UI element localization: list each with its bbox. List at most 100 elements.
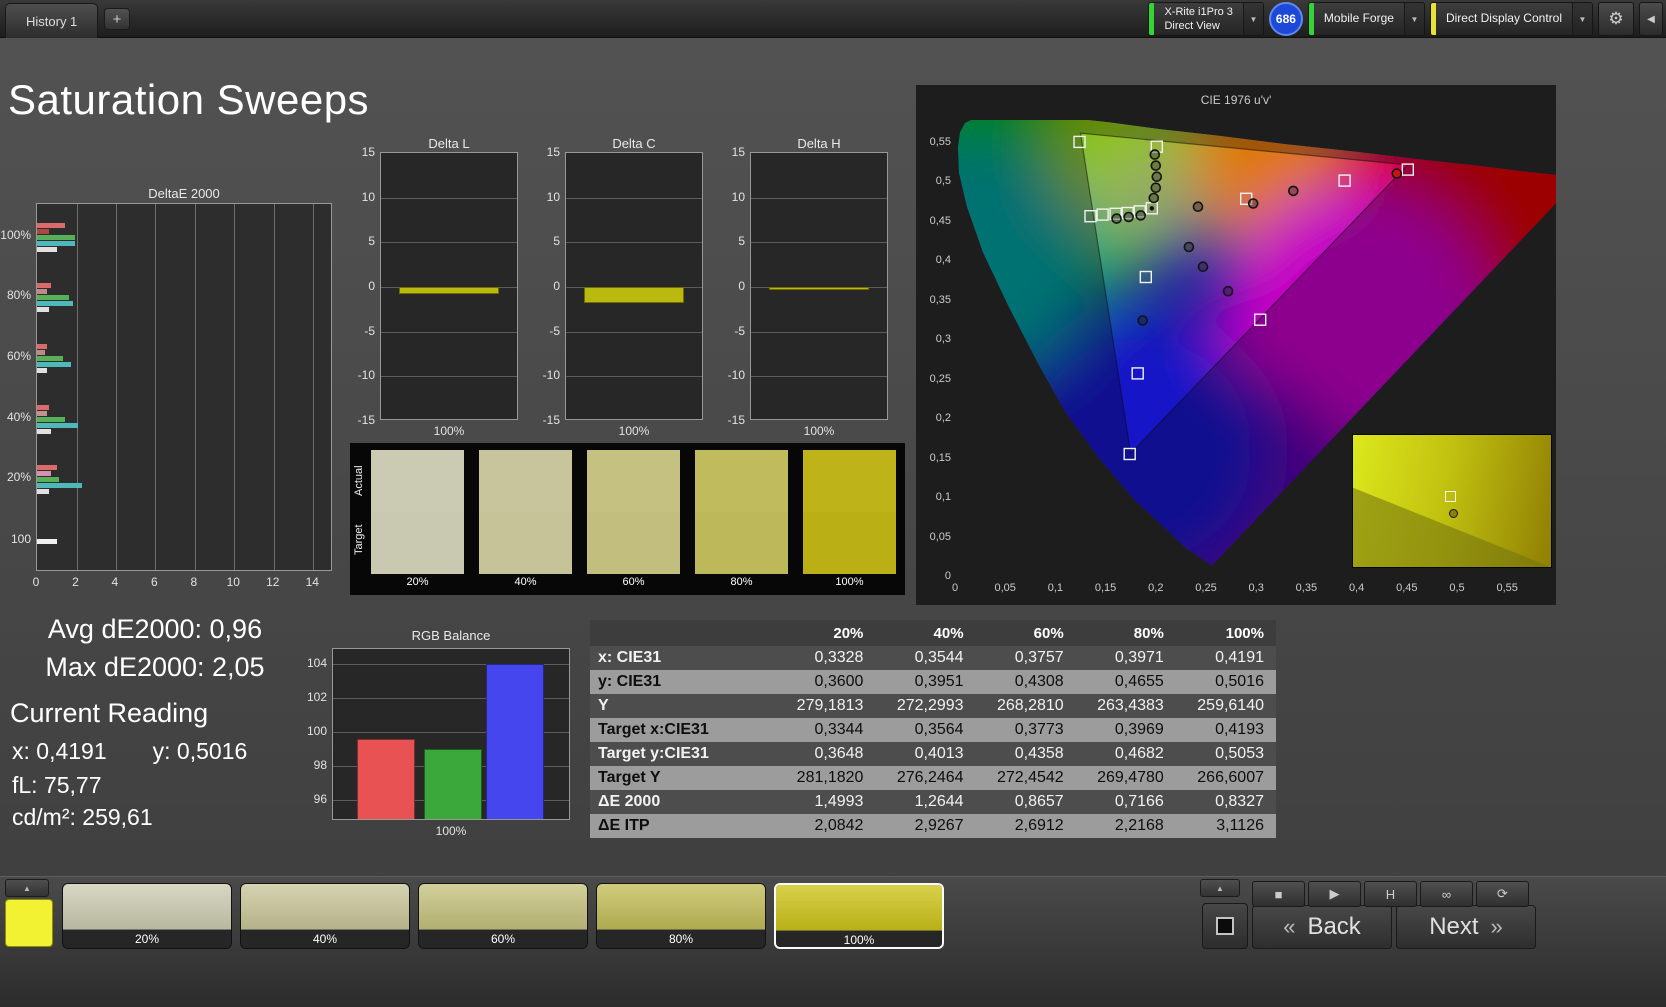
patch-panel-expand-button[interactable]: ▲ xyxy=(5,879,49,897)
inset-measurement-marker xyxy=(1449,509,1458,518)
gridline xyxy=(751,376,887,378)
cell-value: 0,5053 xyxy=(1215,745,1264,762)
delta-c-x-label: 100% xyxy=(618,424,650,438)
axis-tick-label: -5 xyxy=(364,323,375,338)
next-button[interactable]: Next » xyxy=(1396,905,1536,949)
axis-tick-label: 96 xyxy=(313,792,327,806)
swatch-level-label: 80% xyxy=(730,576,753,588)
patch-button-40%[interactable]: 40% xyxy=(240,883,410,949)
gridline xyxy=(76,204,78,570)
cell-value: 2,2168 xyxy=(1114,817,1164,834)
patch-button-20%[interactable]: 20% xyxy=(62,883,232,949)
cell-value: 279,1813 xyxy=(796,697,864,714)
play-button[interactable]: ▶ xyxy=(1308,881,1361,907)
axis-tick-label: 0 xyxy=(553,279,560,293)
deltae-bar xyxy=(37,482,83,488)
cell-value: 281,1820 xyxy=(796,769,864,786)
history-tab[interactable]: History 1 xyxy=(5,3,99,38)
deltae-bar xyxy=(37,306,49,312)
patch-button-80%[interactable]: 80% xyxy=(596,883,766,949)
meter-dropdown[interactable]: X-Rite i1Pro 3 Direct View ▼ xyxy=(1148,2,1264,36)
back-button[interactable]: « Back xyxy=(1252,905,1392,949)
axis-tick-label: 40% xyxy=(6,410,31,424)
patch-button-60%[interactable]: 60% xyxy=(418,883,588,949)
deltae-bar xyxy=(37,282,51,288)
cell-value: 0,8327 xyxy=(1215,793,1264,810)
swatch-level-label: 100% xyxy=(835,576,864,588)
meter-line1: X-Rite i1Pro 3 xyxy=(1164,5,1233,18)
axis-tick-label: 20% xyxy=(6,470,31,484)
axis-tick-label: 10 xyxy=(361,189,375,204)
stop-button[interactable]: ■ xyxy=(1252,881,1305,907)
cell-value: 0,4193 xyxy=(1215,721,1264,738)
stop-measurement-button[interactable] xyxy=(1202,903,1248,949)
patch-label: 80% xyxy=(597,930,765,948)
column-header: 80% xyxy=(1075,620,1176,646)
source-dropdown[interactable]: Mobile Forge ▼ xyxy=(1307,2,1425,36)
cell-value: 0,3757 xyxy=(1014,649,1064,666)
next-button-label: Next xyxy=(1429,913,1479,940)
cie-chart-title: CIE 1976 u'v' xyxy=(1200,93,1272,107)
hold-button[interactable]: H xyxy=(1364,881,1417,907)
current-reading-xy: x: 0,4191 y: 0,5016 xyxy=(12,738,247,765)
display-control-label: Direct Display Control xyxy=(1445,11,1562,26)
session-count-badge[interactable]: 686 xyxy=(1268,2,1303,36)
row-label: y: CIE31 xyxy=(598,673,662,690)
chevron-down-icon[interactable]: ▼ xyxy=(1572,3,1592,35)
cell-value: 0,3648 xyxy=(814,745,864,762)
chevron-down-icon[interactable]: ▼ xyxy=(1242,3,1263,35)
axis-tick-label: 98 xyxy=(313,758,327,772)
cell-value: 0,5016 xyxy=(1215,673,1264,690)
deltae-bar xyxy=(37,367,47,373)
top-bar: History 1 + X-Rite i1Pro 3 Direct View ▼… xyxy=(0,0,1666,38)
patch-swatch xyxy=(776,885,942,931)
transport-panel-expand-button[interactable]: ▲ xyxy=(1200,879,1240,897)
patch-swatch xyxy=(63,884,231,930)
measurement-marker xyxy=(1148,192,1160,204)
swatch-level-label: 40% xyxy=(514,576,537,588)
cell-value: 0,4308 xyxy=(1014,673,1064,690)
column-header: 20% xyxy=(775,620,876,646)
axis-tick-label: 0,25 xyxy=(929,372,951,385)
collapse-panel-button[interactable]: ◀ xyxy=(1639,2,1663,36)
deltae-bar xyxy=(37,300,73,306)
delta-bar xyxy=(583,287,685,304)
swatch-actual-60% xyxy=(587,450,680,512)
axis-tick-label: -10 xyxy=(542,368,560,383)
gridline xyxy=(273,204,275,570)
cell-value: 2,9267 xyxy=(914,817,964,834)
delta-h-y-axis: 15 10 5 0 -5 -10 -15 xyxy=(722,145,748,427)
axis-tick-label: 5 xyxy=(368,234,375,249)
row-label: Target y:CIE31 xyxy=(598,745,709,762)
continuous-button[interactable]: ∞ xyxy=(1420,881,1473,907)
cell-value: 0,3969 xyxy=(1114,721,1164,738)
deltae-bar xyxy=(37,404,49,410)
cell-value: 259,6140 xyxy=(1197,697,1264,714)
axis-tick-label: 102 xyxy=(306,690,327,704)
history-tab-label: History 1 xyxy=(26,13,78,29)
axis-tick-label: 0,1 xyxy=(935,491,951,503)
actual-vs-target-swatch-strip: Actual Target 20% 40% 60% 80% 100% xyxy=(350,443,905,595)
cell-value: 3,1126 xyxy=(1216,817,1264,834)
cell-value: 0,3773 xyxy=(1014,721,1064,738)
add-tab-button[interactable]: + xyxy=(104,8,130,30)
axis-tick-label: 0,3 xyxy=(935,333,951,345)
axis-tick-label: -15 xyxy=(542,413,560,427)
patch-button-100%[interactable]: 100% xyxy=(774,883,944,949)
chevron-down-icon[interactable]: ▼ xyxy=(1403,3,1424,35)
row-label: ΔE ITP xyxy=(598,817,650,834)
loop-button[interactable]: ⟳ xyxy=(1476,881,1529,907)
up-arrow-icon: ▲ xyxy=(23,883,31,893)
settings-button[interactable]: ⚙ xyxy=(1598,2,1634,36)
axis-tick-label: -5 xyxy=(549,323,560,338)
axis-tick-label: 8 xyxy=(190,575,198,589)
page-title: Saturation Sweeps xyxy=(8,76,370,123)
display-control-dropdown[interactable]: Direct Display Control ▼ xyxy=(1429,2,1593,36)
axis-tick-label: 0,35 xyxy=(1295,582,1318,594)
gear-icon: ⚙ xyxy=(1608,9,1624,28)
cell-value: 272,4542 xyxy=(996,769,1064,786)
axis-tick-label: 0 xyxy=(738,279,745,293)
back-button-label: Back xyxy=(1307,913,1361,940)
deltae-bar xyxy=(37,349,45,355)
axis-tick-label: 0 xyxy=(951,582,959,594)
